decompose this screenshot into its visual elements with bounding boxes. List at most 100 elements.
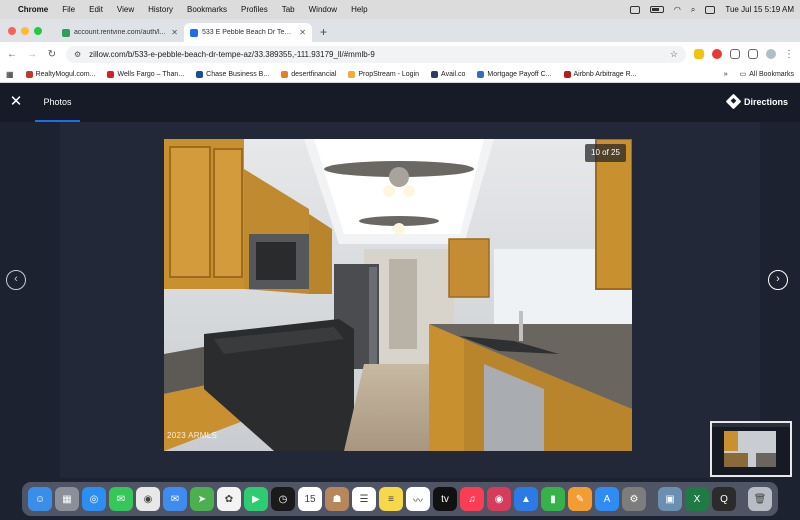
freeform-icon[interactable]: 〰 [406, 487, 430, 511]
close-window-icon[interactable] [8, 26, 16, 35]
appstore-icon[interactable]: A [595, 487, 619, 511]
wifi-icon[interactable]: ◠ [674, 5, 681, 14]
zoom-window-icon[interactable] [34, 26, 42, 35]
menu-view[interactable]: View [117, 5, 134, 14]
next-photo-button[interactable]: › [768, 270, 788, 290]
control-icon[interactable] [629, 5, 640, 14]
address-bar[interactable]: ⚙ zillow.com/b/533-e-pebble-beach-dr-tem… [66, 45, 686, 63]
menu-help[interactable]: Help [351, 5, 367, 14]
control-center-icon[interactable] [705, 5, 716, 14]
tab-photos[interactable]: Photos [35, 84, 80, 122]
search-icon[interactable]: ⌕ [691, 5, 695, 15]
calendar-icon[interactable]: 15 [298, 487, 322, 511]
directions-button[interactable]: Directions [725, 93, 788, 110]
facetime-icon[interactable]: ▶ [244, 487, 268, 511]
bookmarks-overflow: » ▭ All Bookmarks [724, 70, 794, 79]
extensions-puzzle-icon[interactable] [730, 49, 740, 59]
screen: Chrome File Edit View History Bookmarks … [0, 0, 800, 520]
minimize-window-icon[interactable] [21, 26, 29, 35]
previous-photo-button[interactable]: ‹ [6, 270, 26, 290]
maps-icon[interactable]: ➤ [190, 487, 214, 511]
launchpad-icon[interactable]: ▦ [55, 487, 79, 511]
trash-icon[interactable]: 🗑 [748, 487, 772, 511]
tab-rentvine[interactable]: account.rentvine.com/auth/l... ✕ [56, 23, 184, 42]
bookmarks-more-button[interactable]: » [724, 71, 728, 78]
menu-profiles[interactable]: Profiles [241, 5, 268, 14]
tab-close-icon[interactable]: ✕ [171, 28, 178, 37]
contacts-icon[interactable]: ☗ [325, 487, 349, 511]
bookmark-item[interactable]: Wells Fargo – Than... [107, 70, 185, 78]
photo-watermark: 2023 ARMLS [167, 431, 218, 440]
clock-icon[interactable]: ◷ [271, 487, 295, 511]
back-icon[interactable]: ← [6, 49, 18, 60]
extension-icon[interactable] [712, 49, 722, 59]
zillow-favicon-icon [190, 28, 198, 37]
apps-grid-icon[interactable]: ▦ [6, 70, 14, 79]
bookmark-item[interactable]: Mortgage Payoff C... [477, 70, 552, 78]
battery-icon[interactable] [649, 6, 664, 13]
bookmark-label: desertfinancial [291, 70, 337, 78]
preview-icon[interactable]: ▣ [658, 487, 682, 511]
photos-icon[interactable]: ✿ [217, 487, 241, 511]
tab-zillow[interactable]: 533 E Pebble Beach Dr Tempe... ✕ [184, 23, 312, 42]
menubar-datetime[interactable]: Tue Jul 15 5:19 AM [725, 5, 794, 14]
bookmark-label: Mortgage Payoff C... [487, 70, 552, 78]
url-text[interactable]: zillow.com/b/533-e-pebble-beach-dr-tempe… [89, 50, 662, 59]
menu-edit[interactable]: Edit [89, 5, 103, 14]
menu-tab[interactable]: Tab [282, 5, 295, 14]
podcasts-icon[interactable]: ◉ [487, 487, 511, 511]
excel-icon[interactable]: X [685, 487, 709, 511]
mail-icon[interactable]: ✉ [163, 487, 187, 511]
tv-icon[interactable]: tv [433, 487, 457, 511]
pages-icon[interactable]: ✎ [568, 487, 592, 511]
browser-toolbar: ← → ↻ ⚙ zillow.com/b/533-e-pebble-beach-… [0, 42, 800, 66]
safari-icon[interactable]: ◎ [82, 487, 106, 511]
profile-avatar-icon[interactable] [766, 49, 776, 59]
bookmark-label: Wells Fargo – Than... [117, 70, 185, 78]
bookmark-star-icon[interactable]: ☆ [670, 49, 678, 60]
bookmark-favicon-icon [25, 70, 33, 78]
numbers-icon[interactable]: ▮ [541, 487, 565, 511]
quicktime-icon[interactable]: Q [712, 487, 736, 511]
bookmark-label: PropStream - Login [358, 70, 420, 78]
bookmark-item[interactable]: Airbnb Arbitrage R... [563, 70, 637, 78]
notes-icon[interactable]: ≡ [379, 487, 403, 511]
all-bookmarks-label: All Bookmarks [749, 70, 794, 78]
picture-in-picture-thumbnail[interactable] [710, 421, 792, 477]
messages-icon[interactable]: ✉ [109, 487, 133, 511]
more-menu-icon[interactable]: ⋮ [784, 49, 794, 60]
forward-icon[interactable]: → [26, 49, 38, 60]
browser-tab-strip: account.rentvine.com/auth/l... ✕ 533 E P… [0, 19, 800, 42]
menu-app-name[interactable]: Chrome [18, 5, 48, 14]
bookmark-item[interactable]: desertfinancial [281, 70, 337, 78]
menu-history[interactable]: History [148, 5, 173, 14]
bookmark-item[interactable]: RealtyMogul.com... [25, 70, 95, 78]
lightbox-header: ✕ Photos Directions [0, 84, 800, 122]
bookmark-item[interactable]: PropStream - Login [348, 70, 420, 78]
new-tab-icon[interactable]: + [312, 23, 335, 42]
reload-icon[interactable]: ↻ [46, 49, 58, 60]
menu-bookmarks[interactable]: Bookmarks [187, 5, 227, 14]
macos-dock: ☺ ▦ ◎ ✉ ◉ ✉ ➤ ✿ ▶ ◷ 15 ☗ ☰ ≡ 〰 tv ♫ ◉ ▲ ▮ ✎ A ⚙ ▣ X Q 🗑 [22, 482, 778, 516]
bookmark-item[interactable]: Avail.co [431, 70, 465, 78]
extensions-area: ⋮ [694, 49, 794, 60]
bookmark-item[interactable]: Chase Business B... [196, 70, 269, 78]
close-lightbox-button[interactable]: ✕ [8, 94, 24, 110]
bookmark-favicon-icon [196, 70, 204, 78]
rentvine-favicon-icon [62, 28, 70, 37]
menu-file[interactable]: File [62, 5, 75, 14]
settings-icon[interactable]: ⚙ [622, 487, 646, 511]
tab-close-icon[interactable]: ✕ [299, 28, 306, 37]
extension-icon[interactable] [694, 49, 704, 59]
listing-photo[interactable] [164, 139, 632, 451]
chrome-icon[interactable]: ◉ [136, 487, 160, 511]
site-info-icon[interactable]: ⚙ [74, 50, 81, 59]
finder-icon[interactable]: ☺ [28, 487, 52, 511]
directions-icon [725, 93, 742, 110]
all-bookmarks-button[interactable]: ▭ All Bookmarks [740, 70, 794, 79]
reminders-icon[interactable]: ☰ [352, 487, 376, 511]
keynote-icon[interactable]: ▲ [514, 487, 538, 511]
side-panel-icon[interactable] [748, 49, 758, 59]
music-icon[interactable]: ♫ [460, 487, 484, 511]
menu-window[interactable]: Window [309, 5, 337, 14]
